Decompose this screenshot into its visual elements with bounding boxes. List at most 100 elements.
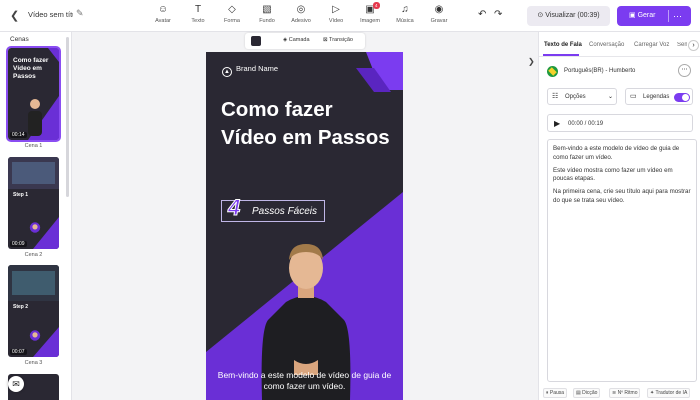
- image-count-badge: 4: [373, 2, 380, 9]
- speech-tabs: Texto de Fala Conversação Carregar Voz S…: [539, 32, 700, 57]
- collapse-panel-icon[interactable]: ❯: [528, 57, 535, 66]
- avatar-thumbnail: [29, 222, 41, 233]
- avatar-icon: ☺: [157, 4, 169, 15]
- brand-logo-icon: ▲: [222, 67, 232, 77]
- tabs-next-icon[interactable]: ›: [688, 40, 699, 51]
- options-dropdown[interactable]: ☷ Opções ⌄: [547, 88, 617, 105]
- voice-selector[interactable]: Português(BR) - Humberto ⋯: [547, 64, 692, 80]
- tool-avatar-button[interactable]: ☺ Avatar: [146, 4, 180, 24]
- rhythm-label: Nº Ritmo: [617, 390, 638, 396]
- generate-icon: ▣: [629, 12, 638, 19]
- scene-duration: 00:14: [10, 132, 27, 138]
- tool-background-button[interactable]: ▧ Fundo: [250, 4, 284, 24]
- subtitles-label: Legendas: [643, 94, 670, 100]
- steps-text-box[interactable]: 4 Passos Fáceis: [221, 195, 325, 222]
- record-icon: ◉: [434, 4, 444, 15]
- tool-label: Imagem: [360, 18, 380, 24]
- brand-name-text: Brand Name: [236, 64, 279, 73]
- chat-icon[interactable]: ✉: [8, 376, 24, 392]
- tool-shape-button[interactable]: ◇ Forma: [215, 4, 249, 24]
- text-icon: T: [194, 4, 202, 15]
- pause-button[interactable]: ⏸ Pausa: [543, 388, 568, 398]
- music-icon: ♫: [401, 4, 409, 15]
- video-icon: ▷: [332, 4, 340, 15]
- generate-button[interactable]: ▣ Gerar ⋯: [617, 6, 691, 26]
- scene-duration: 00:09: [10, 241, 27, 247]
- sticker-icon: ◎: [296, 4, 306, 15]
- tool-label: Fundo: [259, 18, 275, 24]
- subtitles-icon: ▭: [630, 93, 637, 100]
- background-icon: ▧: [262, 4, 272, 15]
- tool-video-button[interactable]: ▷ Vídeo: [319, 4, 353, 24]
- tab-more[interactable]: Sem: [677, 42, 687, 48]
- shape-icon: ◇: [228, 4, 236, 15]
- video-canvas[interactable]: ▲ Brand Name Como fazer Vídeo em Passos 4…: [206, 52, 403, 400]
- canvas-toolbar: ◈ Camada ⊠ Transição: [245, 33, 365, 49]
- script-paragraph: Na primeira cena, crie seu título aqui p…: [553, 188, 691, 204]
- options-label: Opções: [565, 94, 586, 100]
- scene-headline: Step 1: [13, 192, 29, 198]
- diction-label: Dicção: [582, 390, 598, 396]
- audio-player: ▶ 00:00 / 00:19: [547, 114, 693, 132]
- brand-name[interactable]: ▲ Brand Name: [222, 64, 278, 77]
- tool-record-button[interactable]: ◉ Gravar: [422, 4, 456, 24]
- script-paragraph: Bem-vindo a este modelo de vídeo de guia…: [553, 145, 680, 161]
- tab-speech-text[interactable]: Texto de Fala: [544, 42, 582, 48]
- project-title[interactable]: Vídeo sem títu...: [28, 10, 73, 19]
- scenes-scrollbar[interactable]: [66, 37, 69, 197]
- scene-thumbnail-2[interactable]: Step 1 00:09: [8, 157, 59, 249]
- preview-button[interactable]: ⊙ Visualizar (00:39): [527, 6, 610, 26]
- steps-text: Passos Fáceis: [252, 206, 318, 217]
- tool-label: Avatar: [155, 18, 171, 24]
- ai-translator-button[interactable]: ✦ Tradutor de IA: [647, 388, 691, 398]
- divider: [668, 10, 669, 22]
- redo-icon[interactable]: ↷: [494, 9, 502, 20]
- play-icon[interactable]: ▶: [554, 119, 560, 128]
- avatar-thumbnail: [29, 330, 41, 341]
- scene-label: Cena 2: [24, 252, 43, 258]
- tab-conversation[interactable]: Conversação: [589, 42, 624, 48]
- scene-thumbnail-3[interactable]: Step 2 00:07: [8, 265, 59, 357]
- back-chevron-icon[interactable]: ❮: [10, 9, 19, 22]
- scenes-title: Cenas: [10, 36, 29, 43]
- ai-translator-label: Tradutor de IA: [655, 390, 688, 396]
- edit-pencil-icon[interactable]: ✎: [76, 8, 84, 19]
- rhythm-button[interactable]: ≋ Nº Ritmo: [609, 388, 641, 398]
- tool-label: Vídeo: [328, 18, 344, 24]
- tool-label: Adesivo: [291, 18, 311, 24]
- script-textarea[interactable]: Bem-vindo a este modelo de vídeo de guia…: [547, 139, 697, 382]
- transition-button[interactable]: ⊠ Transição: [323, 37, 353, 43]
- tool-music-button[interactable]: ♫ Música: [388, 4, 422, 24]
- tool-sticker-button[interactable]: ◎ Adesivo: [284, 4, 318, 24]
- scene-thumbnail-1[interactable]: Como fazer Vídeo em Passos 00:14: [6, 46, 61, 142]
- voice-name: Português(BR) - Humberto: [564, 68, 636, 74]
- script-tools: ⏸ Pausa ▤ Dicção ≋ Nº Ritmo ✦ Tradutor d…: [543, 388, 699, 400]
- scene-headline: Step 2: [13, 304, 29, 310]
- tool-label: Forma: [224, 18, 240, 24]
- voice-more-icon[interactable]: ⋯: [678, 64, 691, 77]
- scene-label: Cena 1: [24, 143, 43, 149]
- tool-text-button[interactable]: T Texto: [181, 4, 215, 24]
- active-tab-underline: [543, 54, 579, 56]
- video-caption[interactable]: Bem-vindo a este modelo de vídeo de guia…: [216, 370, 393, 392]
- layer-label: Camada: [288, 37, 310, 43]
- background-color-swatch[interactable]: [251, 36, 261, 46]
- right-panel: Texto de Fala Conversação Carregar Voz S…: [538, 32, 700, 400]
- tool-label: Texto: [191, 18, 205, 24]
- diction-button[interactable]: ▤ Dicção: [573, 388, 601, 398]
- generate-label: Gerar: [637, 12, 656, 19]
- steps-number: 4: [227, 195, 241, 221]
- chevron-down-icon: ⌄: [608, 94, 614, 100]
- video-headline[interactable]: Como fazer Vídeo em Passos: [221, 96, 391, 152]
- tool-label: Música: [396, 18, 414, 24]
- layer-button[interactable]: ◈ Camada: [283, 37, 310, 43]
- tab-upload-voice[interactable]: Carregar Voz: [634, 42, 669, 48]
- subtitles-control: ▭ Legendas: [625, 88, 693, 105]
- undo-icon[interactable]: ↶: [478, 9, 486, 20]
- more-options-icon[interactable]: ⋯: [673, 6, 682, 26]
- tool-image-button[interactable]: ▣ 4 Imagem: [353, 2, 387, 24]
- preview-label: Visualizar (00:39): [545, 12, 600, 19]
- pause-label: Pausa: [549, 390, 565, 396]
- subtitles-toggle[interactable]: [674, 93, 690, 102]
- scenes-panel: Cenas Como fazer Vídeo em Passos 00:14 C…: [0, 32, 72, 400]
